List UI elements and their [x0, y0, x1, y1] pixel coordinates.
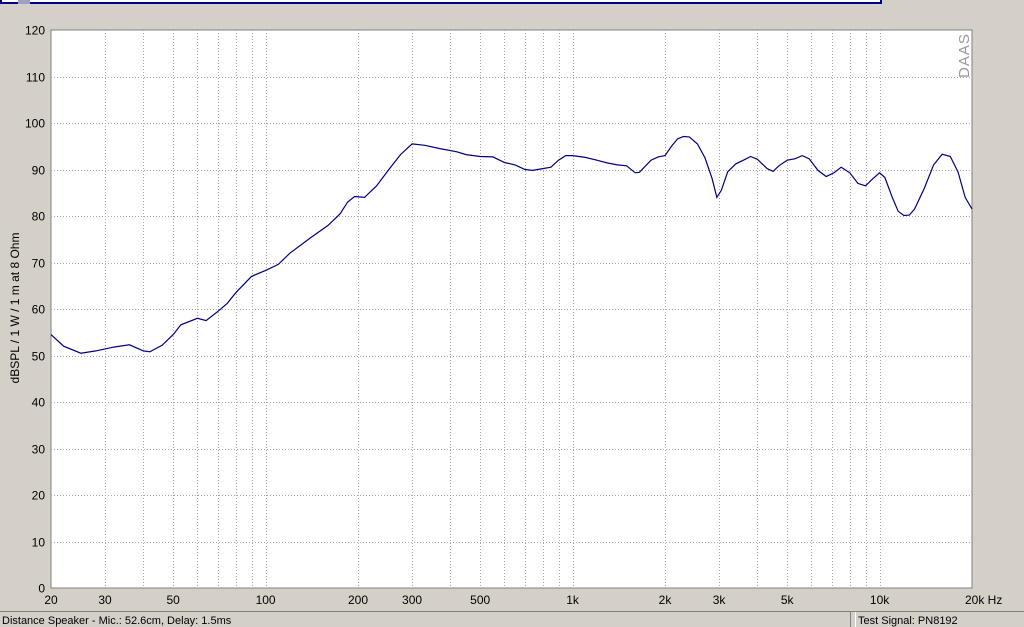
- y-tick-label: 100: [25, 117, 45, 131]
- y-tick-label: 50: [32, 350, 46, 364]
- x-tick-label: 2k: [659, 593, 673, 607]
- x-tick-label: 3k: [713, 593, 727, 607]
- y-tick-label: 70: [32, 257, 46, 271]
- x-tick-label: 100: [256, 593, 276, 607]
- x-tick-label: 30: [98, 593, 112, 607]
- y-tick-label: 90: [32, 164, 46, 178]
- status-test-signal: Test Signal: PN8192: [855, 612, 1024, 627]
- x-tick-label: 1k: [566, 593, 580, 607]
- status-bar: Distance Speaker - Mic.: 52.6cm, Delay: …: [0, 611, 1024, 627]
- y-tick-label: 60: [32, 303, 46, 317]
- y-tick-label: 10: [32, 536, 46, 550]
- y-axis-label: dBSPL / 1 W / 1 m at 8 Ohm: [8, 233, 22, 384]
- y-tick-label: 110: [26, 71, 45, 85]
- y-tick-label: 20: [32, 489, 46, 503]
- frequency-response-chart: 0102030405060708090100110120 20 30 50 100 20…: [8, 24, 1002, 608]
- x-tick-labels: 20 30 50 100 200 300 500 1k 2k 3k 5k 10k 20k Hz: [44, 593, 1002, 607]
- y-tick-label: 80: [32, 210, 46, 224]
- y-tick-labels: 0102030405060708090100110120: [25, 24, 45, 596]
- x-tick-label: 20: [44, 593, 58, 607]
- watermark-daas: DAAS: [956, 33, 973, 78]
- x-tick-label: 5k: [781, 593, 795, 607]
- y-tick-label: 120: [25, 24, 45, 38]
- x-tick-label: 300: [402, 593, 422, 607]
- status-distance-delay: Distance Speaker - Mic.: 52.6cm, Delay: …: [0, 612, 851, 627]
- x-tick-label: 500: [470, 593, 490, 607]
- y-tick-label: 30: [32, 443, 46, 457]
- x-tick-label: 20k Hz: [965, 593, 1002, 607]
- x-tick-label: 50: [166, 593, 180, 607]
- x-tick-label: 200: [348, 593, 368, 607]
- x-tick-label: 10k: [870, 593, 890, 607]
- y-tick-label: 40: [32, 396, 46, 410]
